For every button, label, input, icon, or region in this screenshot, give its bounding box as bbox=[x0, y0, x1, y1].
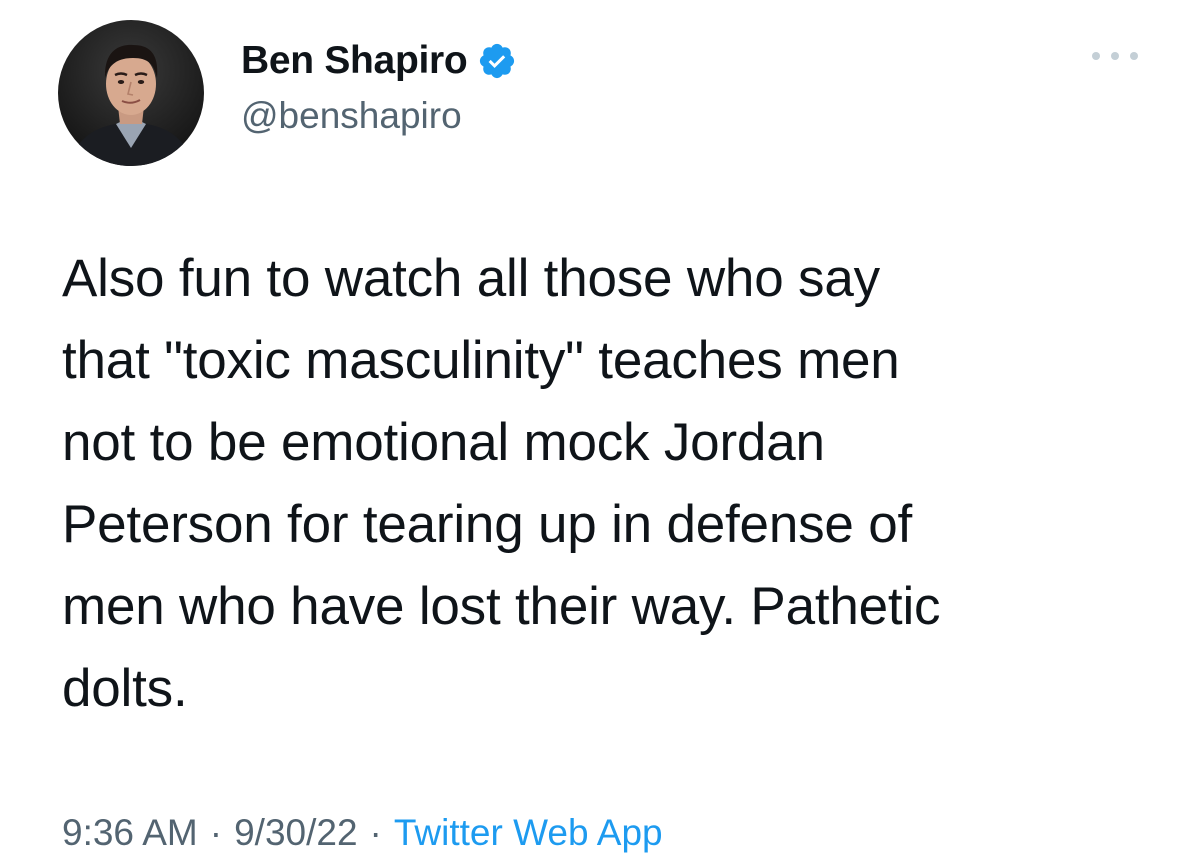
tweet-date[interactable]: 9/30/22 bbox=[234, 812, 357, 853]
meta-separator: · bbox=[209, 812, 223, 853]
tweet-text: Also fun to watch all those who say that… bbox=[62, 249, 941, 718]
author-display-name[interactable]: Ben Shapiro bbox=[241, 39, 468, 83]
verified-badge-icon bbox=[477, 41, 517, 81]
more-dot bbox=[1092, 52, 1100, 60]
tweet-time[interactable]: 9:36 AM bbox=[62, 812, 198, 853]
more-options-icon[interactable] bbox=[1092, 44, 1138, 68]
tweet-source-link[interactable]: Twitter Web App bbox=[394, 812, 663, 853]
tweet-metadata: 9:36 AM · 9/30/22 · Twitter Web App bbox=[62, 812, 663, 854]
author-name-row: Ben Shapiro bbox=[241, 36, 517, 86]
author-avatar[interactable] bbox=[58, 20, 204, 166]
author-handle[interactable]: @benshapiro bbox=[241, 95, 462, 137]
more-dot bbox=[1130, 52, 1138, 60]
profile-photo bbox=[58, 20, 204, 166]
meta-separator: · bbox=[369, 812, 382, 853]
tweet-card: Ben Shapiro @benshapiro Also fun to watc… bbox=[0, 0, 1200, 862]
more-dot bbox=[1111, 52, 1119, 60]
